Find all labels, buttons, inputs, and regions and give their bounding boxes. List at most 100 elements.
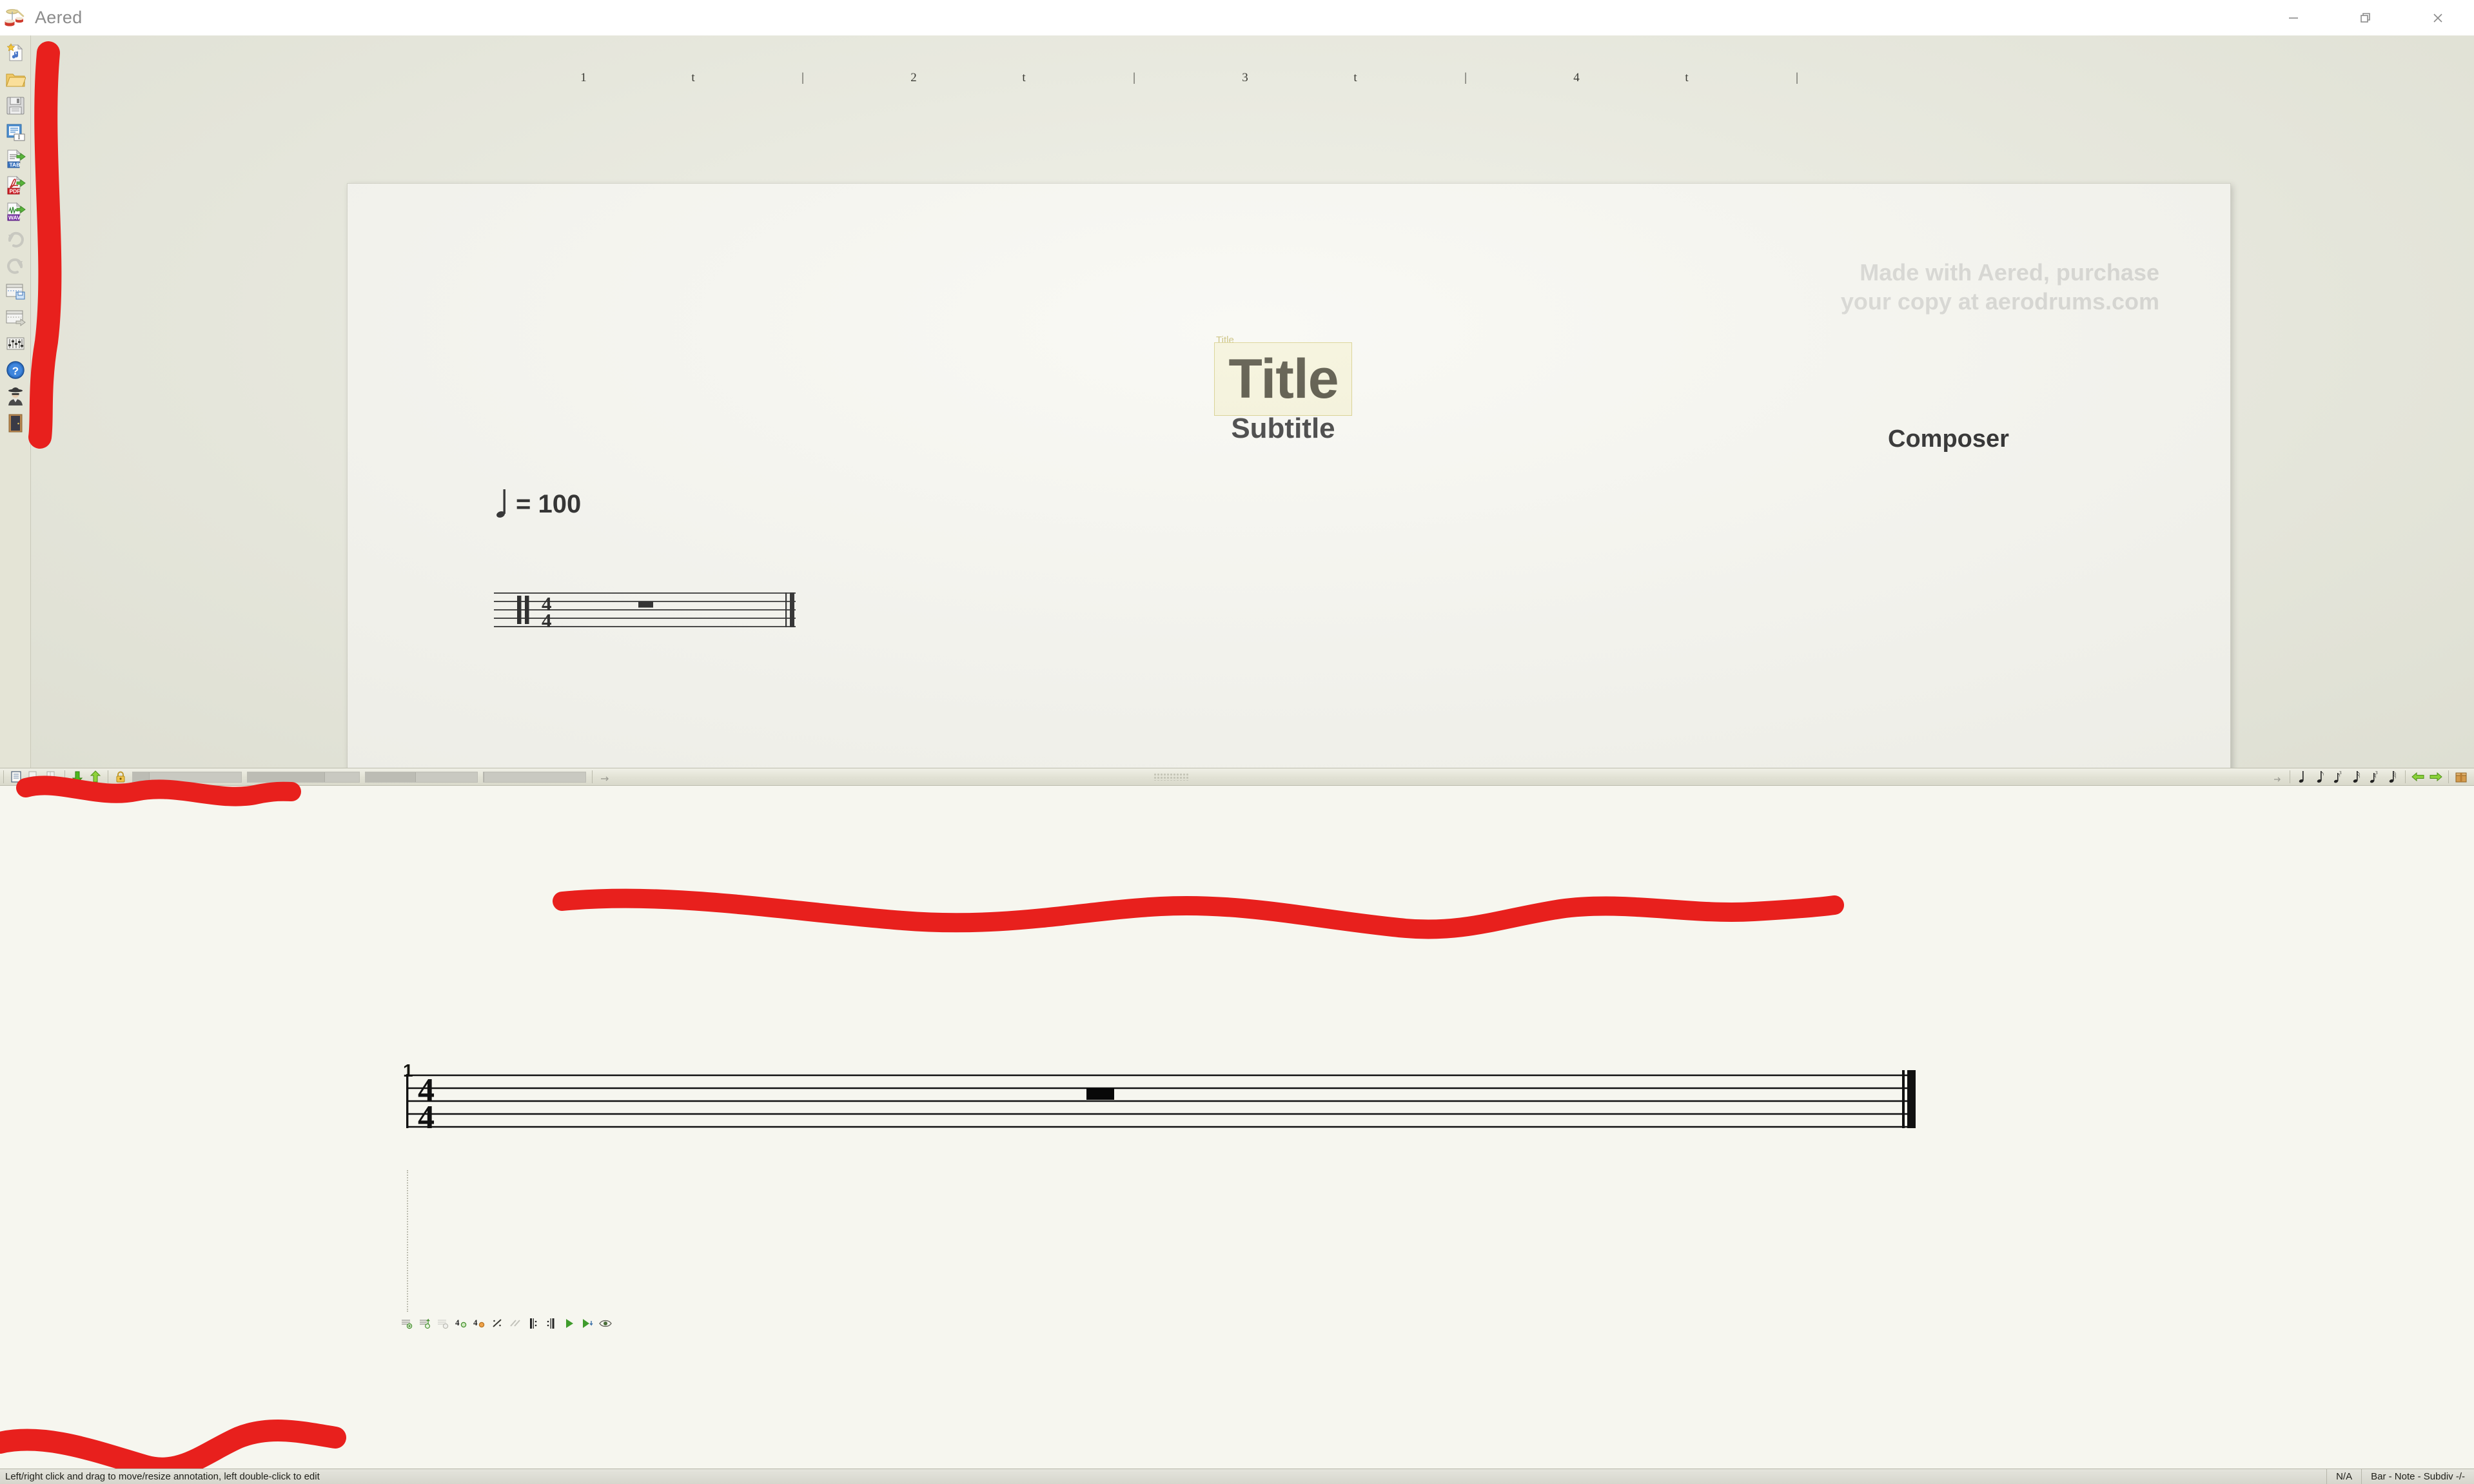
svg-text:4: 4 <box>455 1318 460 1327</box>
left-toolbar: I TAB PDF WAV ? <box>0 35 31 770</box>
svg-text:PDF: PDF <box>9 188 20 195</box>
repeat-barline-end-icon[interactable] <box>544 1316 558 1331</box>
score-preview-canvas[interactable]: Made with Aered, purchase your copy at a… <box>31 35 2474 768</box>
toolbar-divider <box>3 770 4 783</box>
repeat-slash-icon[interactable] <box>490 1316 504 1331</box>
title-bar: Aered <box>0 0 2474 35</box>
svg-text:4: 4 <box>473 1318 478 1327</box>
position-status: Bar - Note - Subdiv -/- <box>2361 1469 2474 1484</box>
score-title[interactable]: Title <box>1217 343 1350 415</box>
beat-tick: t <box>1022 71 1026 84</box>
template-save-icon[interactable] <box>5 280 26 302</box>
edit-staff[interactable]: 4 4 <box>387 1051 1934 1136</box>
watermark-text: Made with Aered, purchase your copy at a… <box>1840 259 2159 315</box>
toolbar-divider <box>64 770 65 783</box>
sixteenth-triplet-icon[interactable]: 3 <box>2366 769 2383 785</box>
page-add-after-icon[interactable] <box>26 769 43 785</box>
question-help-icon[interactable]: ? <box>5 359 26 381</box>
play-from-icon[interactable] <box>580 1316 594 1331</box>
svg-text:3: 3 <box>2339 770 2342 776</box>
new-file-star-icon[interactable] <box>5 42 26 64</box>
template-load-icon[interactable] <box>5 306 26 328</box>
repeat-double-slash-icon[interactable] <box>508 1316 522 1331</box>
svg-text:?: ? <box>12 365 18 377</box>
beat-tick: | <box>1133 71 1135 84</box>
play-green-icon[interactable] <box>562 1316 576 1331</box>
eighth-triplet-icon[interactable]: 3 <box>2330 769 2347 785</box>
export-wav-icon[interactable]: WAV <box>5 200 26 222</box>
combo-two[interactable] <box>247 771 360 783</box>
beat-tick: 4 <box>1573 71 1580 84</box>
beat-tick: 2 <box>910 71 917 84</box>
combo-one[interactable] <box>132 771 242 783</box>
arrow-up-green-icon[interactable] <box>87 769 104 785</box>
package-box-icon[interactable] <box>2453 769 2469 785</box>
staff-mini-toolbar: 4 4 <box>400 1316 613 1331</box>
staff-remove-icon[interactable] <box>436 1316 450 1331</box>
beat-tick: | <box>801 71 804 84</box>
score-composer[interactable]: Composer <box>1888 425 2009 453</box>
beat-tick: | <box>1796 71 1798 84</box>
arrow-down-green-icon[interactable] <box>69 769 86 785</box>
page-add-before-icon[interactable] <box>44 769 61 785</box>
status-hint: Left/right click and drag to move/resize… <box>5 1471 320 1482</box>
repeat-barline-start-icon[interactable] <box>526 1316 540 1331</box>
quarter-note-icon <box>495 487 509 522</box>
sixteenth-note-icon[interactable] <box>2348 769 2365 785</box>
save-as-text-icon[interactable]: I <box>5 121 26 143</box>
redo-icon[interactable] <box>5 227 26 249</box>
quarter-note-icon[interactable] <box>2294 769 2311 785</box>
preview-staff[interactable]: 4 4 <box>494 590 797 636</box>
note-add-green-icon[interactable]: 4 <box>454 1316 468 1331</box>
close-icon[interactable] <box>2402 0 2474 35</box>
beat-tick: | <box>1464 71 1467 84</box>
midi-status: N/A <box>2326 1469 2361 1484</box>
svg-text:WAV: WAV <box>8 215 21 221</box>
combo-four[interactable] <box>483 771 586 783</box>
note-add-orange-icon[interactable]: 4 <box>472 1316 486 1331</box>
toolbar-divider <box>592 770 593 783</box>
beat-tick: t <box>1685 71 1689 84</box>
tempo-marking[interactable]: = 100 <box>495 487 581 522</box>
thirtysecond-note-icon[interactable] <box>2384 769 2401 785</box>
export-tab-icon[interactable]: TAB <box>5 148 26 170</box>
duration-toolbar: 3 3 <box>2268 769 2474 785</box>
undo-icon[interactable] <box>5 253 26 275</box>
window-title: Aered <box>35 8 83 27</box>
svg-text:TAB: TAB <box>9 162 20 168</box>
open-folder-icon[interactable] <box>5 68 26 90</box>
score-page[interactable]: Made with Aered, purchase your copy at a… <box>347 183 2231 768</box>
window-controls <box>2257 0 2474 35</box>
application-window: Aered I TAB PDF WAV ? Made with Aered, p… <box>0 0 2474 1484</box>
eye-preview-icon[interactable] <box>598 1316 613 1331</box>
combo-three[interactable] <box>365 771 478 783</box>
minimize-icon[interactable] <box>2257 0 2330 35</box>
score-subtitle[interactable]: Subtitle <box>1219 413 1348 445</box>
arrow-left-green-icon[interactable] <box>2410 769 2426 785</box>
tuplet-icon[interactable] <box>2269 769 2286 785</box>
tuplet-icon[interactable] <box>596 769 613 785</box>
exit-door-icon[interactable] <box>5 412 26 434</box>
floppy-save-icon[interactable] <box>5 95 26 117</box>
lock-icon[interactable] <box>112 769 129 785</box>
restore-icon[interactable] <box>2330 0 2402 35</box>
beat-tick: t <box>691 71 695 84</box>
tempo-value: = 100 <box>516 489 582 518</box>
export-pdf-icon[interactable]: PDF <box>5 174 26 196</box>
svg-text:I: I <box>18 134 20 141</box>
beat-tick: 1 <box>580 71 587 84</box>
staff-add-icon[interactable] <box>400 1316 414 1331</box>
page-view-icon[interactable] <box>8 769 25 785</box>
user-avatar-icon[interactable] <box>5 386 26 407</box>
svg-text:4: 4 <box>542 609 552 632</box>
status-right: N/A Bar - Note - Subdiv -/- <box>2326 1469 2474 1484</box>
drumkit-icon <box>4 6 28 30</box>
toolbar-divider <box>2404 770 2406 783</box>
mixer-sliders-icon[interactable] <box>5 333 26 355</box>
toolbar-divider <box>2448 770 2449 783</box>
arrow-right-green-icon[interactable] <box>2428 769 2444 785</box>
status-bar: Left/right click and drag to move/resize… <box>0 1469 2474 1484</box>
staff-arrow-up-icon[interactable] <box>418 1316 432 1331</box>
toolbar-grip[interactable] <box>1153 773 1190 781</box>
eighth-note-icon[interactable] <box>2312 769 2329 785</box>
